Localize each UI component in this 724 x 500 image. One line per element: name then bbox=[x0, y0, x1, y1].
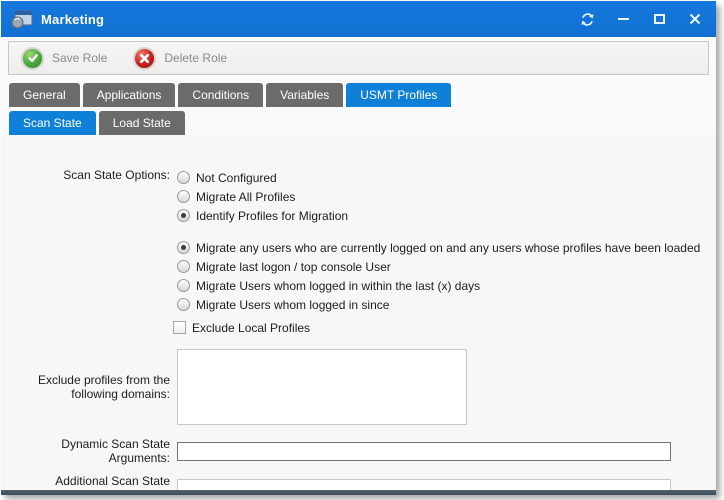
save-role-label: Save Role bbox=[52, 51, 107, 65]
radio-migrate-last-logon[interactable]: Migrate last logon / top console User bbox=[177, 257, 700, 276]
maximize-icon bbox=[654, 14, 665, 24]
radio-label: Migrate Users whom logged in within the … bbox=[196, 279, 480, 293]
radio-migrate-logged-on-users[interactable]: Migrate any users who are currently logg… bbox=[177, 238, 700, 257]
toolbar: Save Role Delete Role bbox=[8, 41, 709, 75]
radio-identify-profiles[interactable]: Identify Profiles for Migration bbox=[177, 206, 700, 225]
checkbox-icon bbox=[173, 321, 186, 334]
window-title: Marketing bbox=[41, 12, 104, 27]
titlebar: Marketing bbox=[1, 1, 716, 37]
close-button[interactable] bbox=[684, 8, 706, 30]
radio-label: Migrate Users whom logged in since bbox=[196, 298, 389, 312]
tab-load-state[interactable]: Load State bbox=[99, 111, 185, 135]
exclude-domains-textarea[interactable] bbox=[177, 349, 467, 425]
tab-scan-state[interactable]: Scan State bbox=[9, 111, 96, 135]
radio-label: Identify Profiles for Migration bbox=[196, 209, 348, 223]
radio-icon bbox=[177, 298, 190, 311]
dynamic-args-label: Dynamic Scan State Arguments: bbox=[1, 437, 177, 465]
delete-x-icon bbox=[133, 47, 156, 70]
radio-not-configured[interactable]: Not Configured bbox=[177, 168, 700, 187]
refresh-icon bbox=[580, 12, 595, 27]
checkbox-exclude-local-profiles[interactable]: Exclude Local Profiles bbox=[173, 318, 700, 337]
additional-args-input[interactable] bbox=[177, 479, 671, 491]
radio-migrate-all-profiles[interactable]: Migrate All Profiles bbox=[177, 187, 700, 206]
tab-applications[interactable]: Applications bbox=[83, 83, 176, 107]
window-controls bbox=[576, 8, 706, 30]
radio-label: Migrate last logon / top console User bbox=[196, 260, 391, 274]
radio-icon bbox=[177, 279, 190, 292]
dynamic-args-input[interactable] bbox=[177, 442, 671, 461]
radio-icon bbox=[177, 171, 190, 184]
maximize-button[interactable] bbox=[648, 8, 670, 30]
minimize-icon bbox=[618, 18, 629, 20]
radio-migrate-since[interactable]: Migrate Users whom logged in since bbox=[177, 295, 700, 314]
tab-usmt-profiles[interactable]: USMT Profiles bbox=[346, 83, 451, 107]
exclude-domains-label: Exclude profiles from the following doma… bbox=[1, 373, 177, 401]
radio-icon bbox=[177, 260, 190, 273]
scan-state-options-group: Not Configured Migrate All Profiles Iden… bbox=[177, 168, 700, 337]
additional-args-label: Additional Scan State Arguments: bbox=[1, 474, 177, 490]
checkbox-label: Exclude Local Profiles bbox=[192, 321, 310, 335]
scan-state-options-label: Scan State Options: bbox=[1, 168, 177, 337]
close-icon bbox=[689, 13, 701, 25]
delete-role-button[interactable]: Delete Role bbox=[133, 47, 227, 70]
radio-label: Not Configured bbox=[196, 171, 277, 185]
tab-general[interactable]: General bbox=[9, 83, 80, 107]
minimize-button[interactable] bbox=[612, 8, 634, 30]
app-icon bbox=[11, 9, 33, 29]
marketing-window: Marketing bbox=[1, 1, 716, 495]
toolbar-wrap: Save Role Delete Role bbox=[1, 37, 716, 75]
main-tabs: General Applications Conditions Variable… bbox=[1, 75, 716, 107]
scan-state-panel: Scan State Options: Not Configured Migra… bbox=[1, 135, 716, 490]
radio-label: Migrate any users who are currently logg… bbox=[196, 241, 700, 255]
radio-migrate-last-x-days[interactable]: Migrate Users whom logged in within the … bbox=[177, 276, 700, 295]
delete-role-label: Delete Role bbox=[164, 51, 227, 65]
sub-tabs: Scan State Load State bbox=[1, 107, 716, 135]
radio-icon bbox=[177, 190, 190, 203]
save-check-icon bbox=[21, 47, 44, 70]
radio-icon bbox=[177, 241, 190, 254]
tab-variables[interactable]: Variables bbox=[266, 83, 343, 107]
tab-conditions[interactable]: Conditions bbox=[178, 83, 263, 107]
save-role-button[interactable]: Save Role bbox=[21, 47, 107, 70]
refresh-button[interactable] bbox=[576, 8, 598, 30]
radio-icon bbox=[177, 209, 190, 222]
radio-label: Migrate All Profiles bbox=[196, 190, 295, 204]
window-bottom-edge[interactable] bbox=[1, 490, 716, 495]
